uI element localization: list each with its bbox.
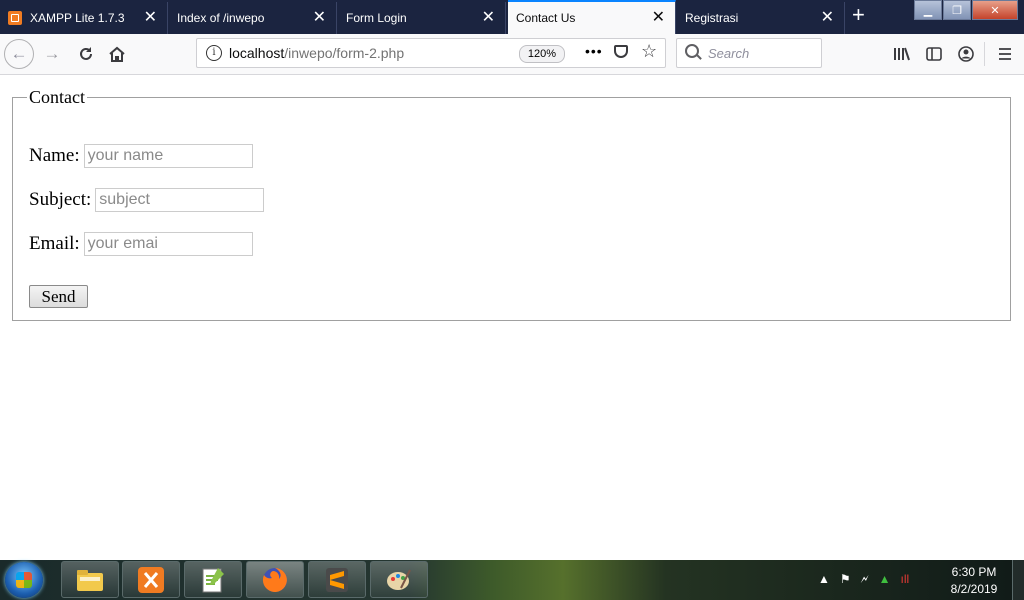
browser-tab-strip: XAMPP Lite 1.7.3 ✕ Index of /inwepo ✕ Fo… <box>0 0 1024 34</box>
navigation-toolbar: ← → i localhost/inwepo/form-2.php 120% •… <box>0 34 1024 75</box>
taskbar-clock[interactable]: 6:30 PM 8/2/2019 <box>946 564 1002 598</box>
page-actions-icon[interactable]: ••• <box>585 43 603 59</box>
taskbar-sublime-text[interactable] <box>308 561 366 598</box>
url-path: /inwepo/form-2.php <box>284 45 405 61</box>
tab-label: Registrasi <box>685 11 739 25</box>
sidebar-button[interactable] <box>922 42 946 66</box>
tab-label: XAMPP Lite 1.7.3 <box>30 11 125 25</box>
site-info-icon[interactable]: i <box>206 45 222 61</box>
library-icon <box>894 47 910 61</box>
contact-fieldset: Contact Name: Subject: Email: Send <box>12 87 1011 321</box>
tab-close-icon[interactable]: ✕ <box>482 10 495 26</box>
clock-date: 8/2/2019 <box>950 582 998 596</box>
start-button[interactable] <box>5 562 43 598</box>
windows-taskbar: ▲ ⚑ 🗲 ▲ ıll 6:30 PM 8/2/2019 <box>0 560 1024 600</box>
paint-icon <box>387 569 411 590</box>
notepad-plus-plus-icon <box>202 567 224 592</box>
tab-close-icon[interactable]: ✕ <box>313 10 326 26</box>
home-button[interactable] <box>105 42 129 66</box>
home-icon <box>109 46 125 62</box>
taskbar-xampp[interactable] <box>122 561 180 598</box>
tab-close-icon[interactable]: ✕ <box>652 10 665 26</box>
show-desktop-button[interactable] <box>1012 560 1024 600</box>
windows-logo-icon <box>16 572 32 588</box>
xampp-favicon-icon <box>8 11 22 25</box>
sidebar-icon <box>926 47 942 61</box>
taskbar-notepad-plus-plus[interactable] <box>184 561 242 598</box>
arrow-right-icon: → <box>43 44 61 63</box>
toolbar-divider <box>984 42 985 66</box>
zoom-level-badge[interactable]: 120% <box>519 45 565 63</box>
tab-label: Form Login <box>346 11 407 25</box>
send-button[interactable]: Send <box>29 285 88 308</box>
email-row: Email: <box>29 232 253 256</box>
search-box[interactable]: Search <box>676 38 822 68</box>
close-window-button[interactable]: ✕ <box>972 0 1018 20</box>
tab-xampp[interactable]: XAMPP Lite 1.7.3 ✕ <box>0 2 168 34</box>
subject-input[interactable] <box>95 188 265 212</box>
tab-contact-us[interactable]: Contact Us ✕ <box>508 0 676 34</box>
file-explorer-icon <box>77 569 103 591</box>
subject-row: Subject: <box>29 188 265 212</box>
page-content: Contact Name: Subject: Email: Send <box>0 75 1024 560</box>
volume-icon[interactable]: ıll <box>901 572 910 587</box>
show-hidden-icons-icon[interactable]: ▲ <box>818 572 830 587</box>
menu-button[interactable] <box>993 42 1017 66</box>
new-tab-icon[interactable]: + <box>852 4 865 26</box>
tab-index-of-inwepo[interactable]: Index of /inwepo ✕ <box>169 2 337 34</box>
subject-label: Subject: <box>29 189 92 210</box>
email-label: Email: <box>29 233 80 254</box>
reload-button[interactable] <box>74 42 98 66</box>
url-host: localhost <box>229 45 285 61</box>
search-icon <box>685 44 699 58</box>
bookmark-star-icon[interactable]: ☆ <box>641 41 657 62</box>
tab-label: Index of /inwepo <box>177 11 265 25</box>
clock-time: 6:30 PM <box>951 565 997 579</box>
account-button[interactable] <box>954 42 978 66</box>
back-button[interactable]: ← <box>4 39 34 69</box>
arrow-left-icon: ← <box>10 44 28 63</box>
power-icon[interactable]: 🗲 <box>861 572 869 587</box>
maximize-button[interactable]: ❐ <box>943 0 971 20</box>
name-input[interactable] <box>83 144 253 168</box>
search-placeholder: Search <box>708 46 750 61</box>
contact-legend: Contact <box>29 87 85 107</box>
tab-registrasi[interactable]: Registrasi ✕ <box>677 2 845 34</box>
tab-close-icon[interactable]: ✕ <box>144 10 157 26</box>
name-row: Name: <box>29 144 253 168</box>
account-icon <box>958 46 974 62</box>
reload-icon <box>80 47 92 60</box>
address-bar[interactable]: i localhost/inwepo/form-2.php 120% ••• ☆ <box>196 38 666 68</box>
name-label: Name: <box>29 145 80 166</box>
system-tray: ▲ ⚑ 🗲 ▲ ıll <box>818 572 909 587</box>
firefox-icon <box>262 567 287 592</box>
taskbar-file-explorer[interactable] <box>61 561 119 598</box>
taskbar-paint[interactable] <box>370 561 428 598</box>
taskbar-firefox[interactable] <box>246 561 304 598</box>
sublime-text-icon <box>326 567 348 592</box>
hamburger-menu-icon <box>999 48 1011 60</box>
tab-label: Contact Us <box>516 11 576 25</box>
minimize-button[interactable]: ▁ <box>914 0 942 20</box>
forward-button[interactable]: → <box>40 42 64 66</box>
tab-form-login[interactable]: Form Login ✕ <box>338 2 506 34</box>
action-center-flag-icon[interactable]: ⚑ <box>840 572 851 587</box>
pocket-icon[interactable] <box>614 45 628 58</box>
email-input[interactable] <box>83 232 253 256</box>
network-warning-icon[interactable]: ▲ <box>879 572 891 587</box>
xampp-icon <box>138 566 164 593</box>
window-controls: ▁ ❐ ✕ <box>913 0 1018 20</box>
tab-close-icon[interactable]: ✕ <box>821 10 834 26</box>
url-text[interactable]: localhost/inwepo/form-2.php <box>229 45 404 61</box>
library-button[interactable] <box>890 42 914 66</box>
